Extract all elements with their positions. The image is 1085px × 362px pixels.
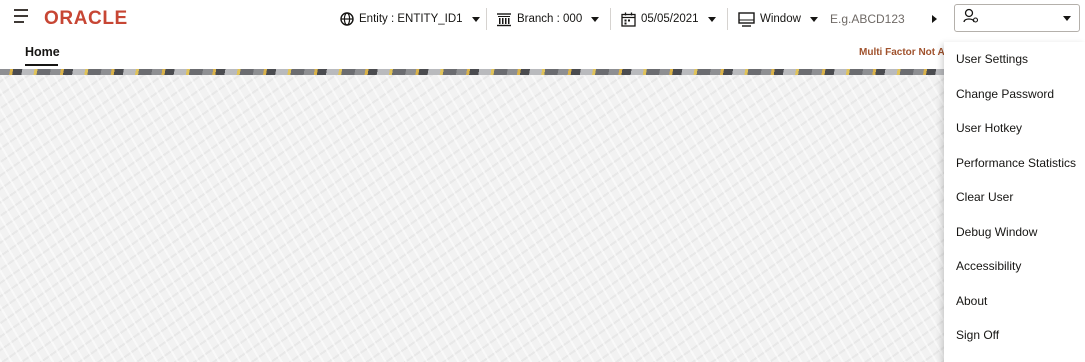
chevron-down-icon <box>1063 15 1071 21</box>
window-label: Window <box>760 13 801 25</box>
entity-label: Entity : ENTITY_ID1 <box>359 13 463 25</box>
go-arrow-icon[interactable] <box>932 15 937 23</box>
bank-icon <box>496 12 512 27</box>
tab-bar: Home Multi Factor Not A <box>0 37 1085 69</box>
hamburger-menu-icon[interactable] <box>14 9 32 27</box>
menu-item-user-hotkey[interactable]: User Hotkey <box>944 111 1085 146</box>
date-selector[interactable]: 05/05/2021 <box>621 9 716 29</box>
menu-item-sign-off[interactable]: Sign Off <box>944 318 1085 353</box>
calendar-icon <box>621 12 636 27</box>
user-icon <box>963 8 979 29</box>
monitor-icon <box>738 11 755 27</box>
divider <box>486 8 487 30</box>
menu-item-user-settings[interactable]: User Settings <box>944 42 1085 77</box>
chevron-down-icon <box>809 16 818 22</box>
menu-item-about[interactable]: About <box>944 284 1085 319</box>
chevron-down-icon <box>707 16 716 22</box>
branch-label: Branch : 000 <box>517 13 583 25</box>
workspace-background <box>0 75 944 362</box>
active-tab-indicator <box>25 64 58 66</box>
menu-item-change-password[interactable]: Change Password <box>944 77 1085 112</box>
chevron-down-icon <box>471 16 480 22</box>
date-label: 05/05/2021 <box>641 13 699 25</box>
divider <box>610 8 611 30</box>
menu-item-accessibility[interactable]: Accessibility <box>944 249 1085 284</box>
tab-home[interactable]: Home <box>25 45 60 59</box>
mfa-notice: Multi Factor Not A <box>859 47 944 58</box>
divider <box>727 8 728 30</box>
menu-item-debug-window[interactable]: Debug Window <box>944 215 1085 250</box>
chevron-down-icon <box>591 16 600 22</box>
search-input[interactable] <box>826 12 924 26</box>
entity-selector[interactable]: Entity : ENTITY_ID1 <box>340 9 480 29</box>
function-search <box>826 7 944 31</box>
app-header: ORACLE Entity : ENTITY_ID1 Branch : 000 … <box>0 0 1085 37</box>
user-menu-button[interactable] <box>954 4 1080 32</box>
branch-selector[interactable]: Branch : 000 <box>496 9 600 29</box>
window-selector[interactable]: Window <box>738 9 818 29</box>
globe-icon <box>340 12 354 26</box>
menu-item-clear-user[interactable]: Clear User <box>944 180 1085 215</box>
user-dropdown-menu: User Settings Change Password User Hotke… <box>944 42 1085 362</box>
oracle-logo: ORACLE <box>44 8 128 29</box>
menu-item-performance-statistics[interactable]: Performance Statistics <box>944 146 1085 181</box>
